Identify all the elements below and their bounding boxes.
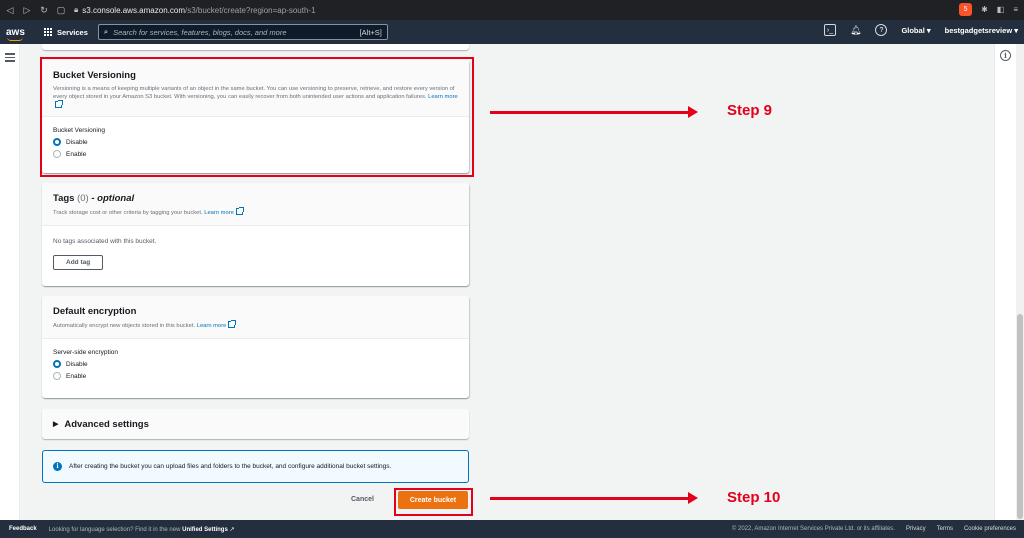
grid-icon <box>44 27 53 37</box>
search-placeholder: Search for services, features, blogs, do… <box>113 27 287 37</box>
console-footer: Feedback Looking for language selection?… <box>0 520 1024 538</box>
add-tag-button[interactable]: Add tag <box>53 255 104 270</box>
step9-label: Step 9 <box>727 102 773 119</box>
search-shortcut: [Alt+S] <box>359 27 382 37</box>
cancel-button[interactable]: Cancel <box>351 496 374 503</box>
sidebar-icon[interactable]: ◧ <box>997 5 1005 14</box>
address-bar[interactable]: 🔒︎ s3.console.aws.amazon.com/s3/bucket/c… <box>74 5 316 15</box>
brave-shield-icon[interactable]: 5 <box>959 3 973 16</box>
tags-learn-more-link[interactable]: Learn more <box>204 210 234 216</box>
url-domain: s3.console.aws.amazon.com <box>82 5 185 15</box>
language-notice: Looking for language selection? Find it … <box>48 526 235 533</box>
right-tools-rail: i <box>994 44 1016 520</box>
encryption-description: Automatically encrypt new objects stored… <box>53 320 458 330</box>
search-icon: ⌕ <box>103 27 109 36</box>
advanced-settings-expander[interactable]: ▶ Advanced settings <box>42 409 469 439</box>
step9-arrow-icon <box>490 106 698 117</box>
info-panel-icon[interactable]: i <box>1000 50 1011 61</box>
extensions-icon[interactable]: ✱ <box>981 5 988 14</box>
copyright-text: © 2022, Amazon Internet Services Private… <box>731 526 895 532</box>
url-path: /s3/bucket/create?region=ap-south-1 <box>184 5 316 15</box>
encryption-enable-option[interactable]: Enable <box>53 372 458 380</box>
step9-highlight-box <box>40 57 474 177</box>
step10-label: Step 10 <box>727 489 781 506</box>
back-icon[interactable]: ◁ <box>3 3 17 17</box>
encryption-disable-option[interactable]: Disable <box>53 360 458 368</box>
search-input[interactable]: ⌕ Search for services, features, blogs, … <box>97 24 388 40</box>
cloudshell-icon[interactable]: ›_ <box>824 24 836 36</box>
cookie-preferences-link[interactable]: Cookie preferences <box>964 526 1016 532</box>
menu-icon[interactable]: ≡ <box>1013 5 1018 14</box>
forward-icon[interactable]: ▷ <box>20 3 34 17</box>
step10-arrow-icon <box>490 492 698 503</box>
info-alert-text: After creating the bucket you can upload… <box>69 463 392 470</box>
external-link-icon <box>228 320 237 328</box>
page-scrollbar[interactable] <box>1016 44 1024 520</box>
left-navigation-rail <box>0 44 20 520</box>
terms-link[interactable]: Terms <box>937 526 953 532</box>
encryption-title: Default encryption <box>53 306 137 317</box>
reload-icon[interactable]: ↻ <box>37 3 51 17</box>
notifications-icon[interactable]: 🔔︎ <box>850 25 861 36</box>
unified-settings-link[interactable]: Unified Settings <box>182 527 228 533</box>
caret-right-icon: ▶ <box>53 421 59 428</box>
encryption-field-label: Server-side encryption <box>53 349 119 356</box>
radio-checked-icon[interactable] <box>53 360 61 368</box>
browser-toolbar: ◁ ▷ ↻ ▢ 🔒︎ s3.console.aws.amazon.com/s3/… <box>0 0 1024 20</box>
info-alert: i After creating the bucket you can uplo… <box>42 450 469 483</box>
previous-panel-edge <box>42 44 469 50</box>
radio-unchecked-icon[interactable] <box>53 372 61 380</box>
aws-logo[interactable]: aws <box>6 27 30 41</box>
tags-title: Tags (0) - optional <box>53 193 135 204</box>
region-selector[interactable]: Global ▾ <box>901 26 930 35</box>
hamburger-menu-icon[interactable] <box>5 53 15 64</box>
tags-empty-text: No tags associated with this bucket. <box>53 238 157 245</box>
tags-description: Track storage cost or other criteria by … <box>53 207 458 217</box>
external-link-icon: ↗ <box>229 526 235 533</box>
services-menu-button[interactable]: Services <box>44 27 88 37</box>
info-icon: i <box>53 462 62 471</box>
external-link-icon <box>235 207 244 215</box>
lock-icon: 🔒︎ <box>74 5 79 14</box>
help-icon[interactable]: ? <box>875 24 888 36</box>
privacy-link[interactable]: Privacy <box>906 526 926 532</box>
default-encryption-panel: Default encryption Automatically encrypt… <box>42 296 469 398</box>
account-menu[interactable]: bestgadgetsreview ▾ <box>945 26 1018 35</box>
step10-highlight-box <box>394 488 473 516</box>
aws-top-nav: aws Services ⌕ Search for services, feat… <box>0 20 1024 44</box>
scrollbar-thumb[interactable] <box>1017 314 1023 519</box>
advanced-settings-label: Advanced settings <box>64 418 149 430</box>
bookmark-icon[interactable]: ▢ <box>54 3 68 17</box>
encryption-learn-more-link[interactable]: Learn more <box>197 323 227 329</box>
feedback-link[interactable]: Feedback <box>9 526 37 532</box>
tags-panel: Tags (0) - optional Track storage cost o… <box>42 183 469 286</box>
services-label: Services <box>57 27 88 37</box>
